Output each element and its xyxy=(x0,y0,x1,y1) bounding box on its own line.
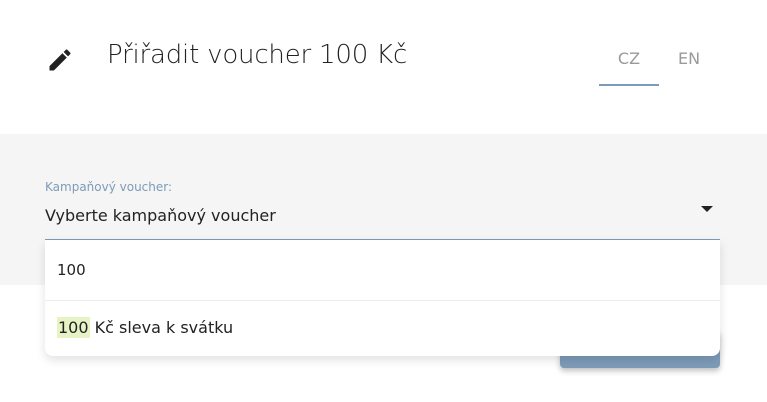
option-rest-text: Kč sleva k svátku xyxy=(89,318,234,337)
voucher-field-label: Kampaňový voucher: xyxy=(45,180,173,194)
voucher-select[interactable]: Vyberte kampaňový voucher xyxy=(45,198,720,240)
option-label: 100 Kč sleva k svátku xyxy=(57,317,234,338)
pencil-icon xyxy=(49,49,71,71)
dropdown-option[interactable]: 100 Kč sleva k svátku xyxy=(45,301,720,356)
page-title: Přiřadit voucher 100 Kč xyxy=(107,40,408,70)
voucher-select-value: Vyberte kampaňový voucher xyxy=(45,206,276,225)
caret-down-icon[interactable] xyxy=(701,206,713,212)
voucher-dropdown: 100 Kč sleva k svátku xyxy=(45,240,720,356)
tab-lang-cz[interactable]: CZ xyxy=(599,38,659,86)
voucher-search-input[interactable] xyxy=(57,258,697,282)
tab-lang-en[interactable]: EN xyxy=(659,38,719,86)
search-row xyxy=(45,240,720,301)
option-match-highlight: 100 xyxy=(57,317,90,338)
dialog-header: Přiřadit voucher 100 Kč CZ EN xyxy=(0,0,767,134)
